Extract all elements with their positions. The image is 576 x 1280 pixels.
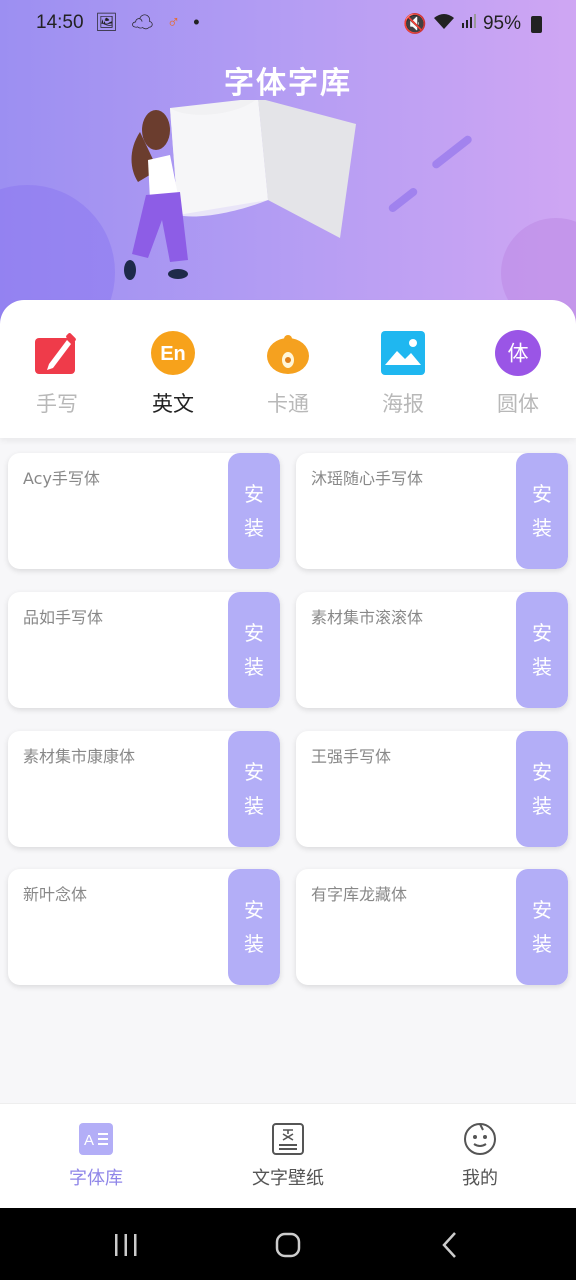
home-button[interactable]	[268, 1230, 308, 1260]
status-system-icons: 🔇 95%	[403, 12, 542, 36]
tab-label: 我的	[462, 1168, 498, 1189]
image-icon	[380, 330, 426, 376]
decor-stroke	[430, 134, 474, 170]
install-char: 装	[244, 516, 264, 540]
tab-font-library[interactable]: A 字体库	[36, 1122, 156, 1190]
tab-text-wallpaper[interactable]: 文字壁纸	[228, 1122, 348, 1190]
install-char: 安	[244, 482, 264, 506]
font-name: 品如手写体	[23, 608, 104, 627]
install-button[interactable]: 安装	[228, 731, 280, 847]
install-char: 安	[532, 898, 552, 922]
font-name: Acy手写体	[23, 469, 100, 488]
category-label: 英文	[152, 392, 194, 416]
tab-mine[interactable]: 我的	[420, 1122, 540, 1190]
font-name: 沐瑶随心手写体	[311, 469, 424, 488]
install-char: 装	[244, 655, 264, 679]
install-button[interactable]: 安装	[516, 592, 568, 708]
install-button[interactable]: 安装	[228, 869, 280, 985]
category-poster[interactable]: 海报	[348, 330, 458, 418]
category-label: 手写	[36, 392, 78, 416]
install-button[interactable]: 安装	[228, 453, 280, 569]
category-label: 卡通	[267, 392, 309, 416]
status-bar: 14:50 🖼 ☁ ♂ • 🔇 95%	[0, 0, 576, 48]
category-bar: 手写 En 英文 卡通 海报 体 圆体	[0, 300, 576, 438]
category-round-font[interactable]: 体 圆体	[463, 330, 573, 418]
back-icon	[442, 1232, 456, 1258]
page-title: 字体字库	[224, 66, 352, 101]
gender-app-icon: ♂	[166, 12, 185, 32]
font-name: 新叶念体	[23, 885, 88, 904]
font-name: 王强手写体	[311, 747, 392, 766]
profile-face-icon	[463, 1122, 497, 1156]
category-english[interactable]: En 英文	[118, 330, 228, 418]
battery-icon	[531, 15, 542, 33]
font-card[interactable]: 新叶念体 安装	[8, 869, 280, 985]
mute-icon: 🔇	[403, 14, 427, 35]
install-char: 装	[244, 794, 264, 818]
wifi-icon	[433, 12, 455, 36]
recent-apps-button[interactable]	[106, 1230, 146, 1260]
install-button[interactable]: 安装	[516, 869, 568, 985]
install-char: 安	[532, 760, 552, 784]
install-char: 装	[244, 932, 264, 956]
tab-label: 文字壁纸	[252, 1168, 324, 1189]
install-button[interactable]: 安装	[516, 731, 568, 847]
font-card[interactable]: 沐瑶随心手写体 安装	[296, 453, 568, 569]
tab-label: 字体库	[69, 1168, 123, 1189]
recent-apps-icon	[115, 1234, 137, 1256]
gallery-icon: 🖼	[95, 12, 122, 32]
signal-icon	[461, 13, 477, 35]
install-char: 安	[244, 898, 264, 922]
category-handwriting[interactable]: 手写	[2, 330, 112, 418]
dot-icon: •	[193, 12, 204, 32]
install-char: 装	[532, 516, 552, 540]
svg-text:En: En	[160, 343, 186, 365]
font-card[interactable]: 品如手写体 安装	[8, 592, 280, 708]
category-label: 圆体	[497, 392, 539, 416]
install-char: 安	[244, 760, 264, 784]
status-notification-icons: 🖼 ☁ ♂ •	[95, 12, 204, 33]
header-banner	[0, 0, 576, 330]
cartoon-icon	[265, 330, 311, 376]
pencil-icon	[34, 330, 80, 376]
status-time: 14:50	[36, 12, 84, 33]
round-font-icon: 体	[495, 330, 541, 376]
install-char: 安	[532, 482, 552, 506]
font-name: 素材集市滚滚体	[311, 608, 424, 627]
en-icon: En	[150, 330, 196, 376]
font-card[interactable]: 素材集市康康体 安装	[8, 731, 280, 847]
font-name: 有字库龙藏体	[311, 885, 408, 904]
install-char: 装	[532, 932, 552, 956]
home-icon	[275, 1232, 301, 1258]
install-button[interactable]: 安装	[228, 592, 280, 708]
font-card[interactable]: 素材集市滚滚体 安装	[296, 592, 568, 708]
decor-stroke	[387, 186, 419, 214]
battery-percent: 95%	[482, 13, 521, 34]
back-button[interactable]	[430, 1230, 470, 1260]
install-char: 装	[532, 794, 552, 818]
system-navigation-bar	[0, 1208, 576, 1280]
cloud-icon: ☁	[130, 12, 158, 32]
svg-text:体: 体	[507, 341, 528, 366]
install-char: 安	[244, 621, 264, 645]
text-wallpaper-icon	[271, 1122, 305, 1156]
category-cartoon[interactable]: 卡通	[233, 330, 343, 418]
font-card[interactable]: Acy手写体 安装	[8, 453, 280, 569]
category-label: 海报	[382, 392, 424, 416]
font-card[interactable]: 有字库龙藏体 安装	[296, 869, 568, 985]
svg-text:A: A	[84, 1132, 94, 1149]
install-button[interactable]: 安装	[516, 453, 568, 569]
font-name: 素材集市康康体	[23, 747, 136, 766]
font-card[interactable]: 王强手写体 安装	[296, 731, 568, 847]
install-char: 安	[532, 621, 552, 645]
bottom-tab-bar: A 字体库 文字壁纸 我的	[0, 1103, 576, 1208]
install-char: 装	[532, 655, 552, 679]
person-reading-illustration	[124, 100, 356, 280]
font-library-icon: A	[79, 1122, 113, 1156]
